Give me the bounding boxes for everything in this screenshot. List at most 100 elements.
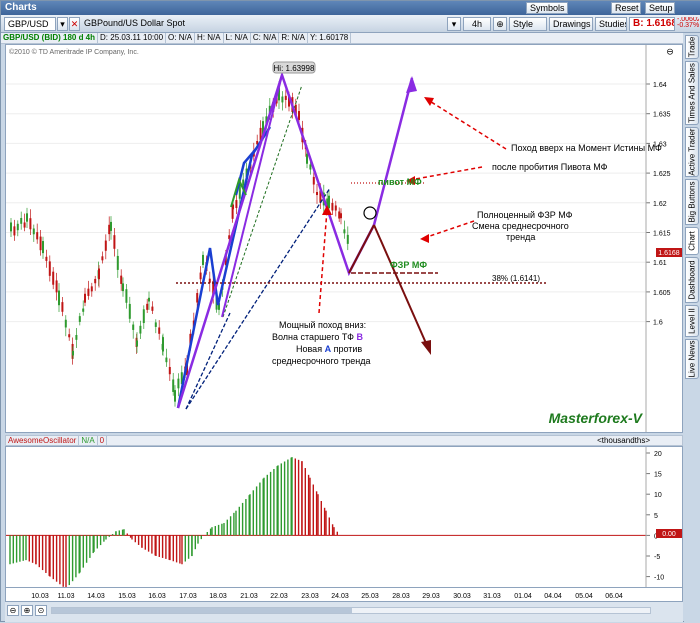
window-title: Charts <box>1 1 700 15</box>
tab-trade[interactable]: Trade <box>685 35 699 59</box>
candle-body <box>162 337 164 352</box>
scrollbar-thumb[interactable] <box>52 608 352 613</box>
annotation-texts: Hi: 1.63998 Поход вверх на Момент Истины… <box>272 61 662 426</box>
osc-tick-label: 20 <box>654 451 662 458</box>
price-chart-canvas: ©2010 © TD Ameritrade IP Company, Inc. H… <box>6 45 682 432</box>
reset-button[interactable]: Reset <box>611 2 641 14</box>
date-axis-canvas: 10.03 11.03 14.03 15.03 16.03 17.03 18.03 21.03… <box>31 593 623 600</box>
candle-body <box>172 379 175 392</box>
price-change: -.00602 -0.37% <box>677 17 699 29</box>
info-symbol: GBP/USD (BID) 180 d 4h <box>1 33 99 43</box>
tab-level-ii[interactable]: Level II <box>685 305 699 337</box>
candle-body <box>168 366 171 375</box>
candle-body <box>87 288 90 296</box>
symbol-dropdown-icon[interactable]: ▾ <box>57 17 68 31</box>
candle-body <box>20 217 23 224</box>
projected-down-line <box>373 224 430 351</box>
candle-body <box>61 302 64 312</box>
annot-down-3: Новая A против <box>296 344 362 354</box>
info-low: L: N/A <box>224 33 251 43</box>
zoom-out-icon[interactable]: ⊖ <box>7 605 19 616</box>
remove-symbol-icon[interactable]: ✕ <box>69 17 80 31</box>
watermark: Masterforex-V <box>549 410 644 426</box>
dashed-trendline-2 <box>222 84 303 318</box>
info-range: R: N/A <box>279 33 308 43</box>
studies-button[interactable]: Studies <box>595 17 627 31</box>
setup-button[interactable]: Setup <box>645 2 675 14</box>
candle-body <box>208 278 211 283</box>
arrow-up-move <box>427 99 507 150</box>
candle-body <box>298 111 300 120</box>
tab-big-buttons[interactable]: Big Buttons <box>685 179 699 225</box>
drawings-button[interactable]: Drawings <box>549 17 593 31</box>
tab-active-trader[interactable]: Active Trader <box>685 127 699 177</box>
candle-body <box>158 327 161 334</box>
annot-down-2: Волна старшего ТФ B <box>272 332 363 342</box>
candle-body <box>110 221 112 231</box>
symbol-description: GBPound/US Dollar Spot <box>84 18 186 28</box>
candle-body <box>84 293 86 303</box>
oscillator-header: AwesomeOscillator N/A 0 <thousandths> <box>5 435 683 446</box>
candle-body <box>146 303 149 310</box>
candle-body <box>331 202 334 211</box>
tab-dashboard[interactable]: Dashboard <box>685 257 699 303</box>
price-chart[interactable]: ©2010 © TD Ameritrade IP Company, Inc. H… <box>5 44 683 433</box>
candle-body <box>16 223 19 231</box>
style-button[interactable]: Style <box>509 17 547 31</box>
arrow-fzr <box>423 220 475 239</box>
price-tick-label: 1.625 <box>653 171 671 178</box>
candle-body <box>242 179 245 186</box>
tab-live-news[interactable]: Live News <box>685 339 699 379</box>
candle-body <box>55 280 58 293</box>
arrow-down-move <box>318 209 328 314</box>
date-label: 30.03 <box>453 593 471 600</box>
date-label: 16.03 <box>148 593 166 600</box>
annot-fib-38: 38% (1.6141) <box>492 274 540 283</box>
zoom-in-icon[interactable]: ⊕ <box>21 605 33 616</box>
info-open: O: N/A <box>166 33 196 43</box>
price-tick-label: 1.61 <box>653 260 667 267</box>
date-label: 24.03 <box>331 593 349 600</box>
osc-tick-label: -5 <box>654 554 660 561</box>
price-axis: 1.64 1.635 1.63 1.625 1.62 1.615 1.61 1.605 1.6 <box>645 45 671 432</box>
candle-body <box>142 309 145 324</box>
candle-body <box>148 297 150 302</box>
chart-minimize-icon[interactable]: ⊖ <box>666 46 674 56</box>
osc-name[interactable]: AwesomeOscillator <box>6 436 80 445</box>
candle-body <box>36 232 39 240</box>
price-tick-label: 1.62 <box>653 201 667 208</box>
osc-val2: 0 <box>98 436 108 445</box>
symbol-input[interactable]: GBP/USD <box>4 17 56 31</box>
candle-body <box>343 229 346 234</box>
bid-price: B: 1.6168 <box>629 17 675 31</box>
side-tabs: Trade Times And Sales Active Trader Big … <box>684 33 700 623</box>
candle-body <box>64 319 67 328</box>
date-label: 17.03 <box>179 593 197 600</box>
date-label: 05.04 <box>575 593 593 600</box>
candle-body <box>94 278 97 284</box>
symbols-button[interactable]: Symbols <box>526 2 568 14</box>
annot-down-4: среднесрочного тренда <box>272 356 370 366</box>
candle-body <box>196 293 199 303</box>
date-label: 01.04 <box>514 593 532 600</box>
candle-body <box>68 334 71 338</box>
zoom-icon[interactable]: ⊕ <box>493 17 507 31</box>
candle-body <box>45 256 48 261</box>
candle-body <box>122 283 124 292</box>
candle-body <box>29 218 32 230</box>
date-label: 25.03 <box>361 593 379 600</box>
osc-bars <box>9 457 338 587</box>
candle-body <box>120 275 123 284</box>
zoom-reset-icon[interactable]: ⊙ <box>35 605 47 616</box>
date-label: 04.04 <box>544 593 562 600</box>
oscillator-chart[interactable]: 20 15 10 5 0 -5 -10 0.00 <box>5 446 683 588</box>
tab-chart[interactable]: Chart <box>685 227 699 255</box>
tab-times-and-sales[interactable]: Times And Sales <box>685 61 699 125</box>
dashed-trendline-3 <box>185 187 331 410</box>
price-tick-label: 1.63 <box>653 141 667 148</box>
timeframe-down-icon[interactable]: ▾ <box>447 17 461 31</box>
candle-body <box>174 390 176 402</box>
timeframe-selector[interactable]: 4h <box>463 17 491 31</box>
candle-body <box>136 340 138 347</box>
horizontal-scrollbar[interactable] <box>51 607 651 614</box>
